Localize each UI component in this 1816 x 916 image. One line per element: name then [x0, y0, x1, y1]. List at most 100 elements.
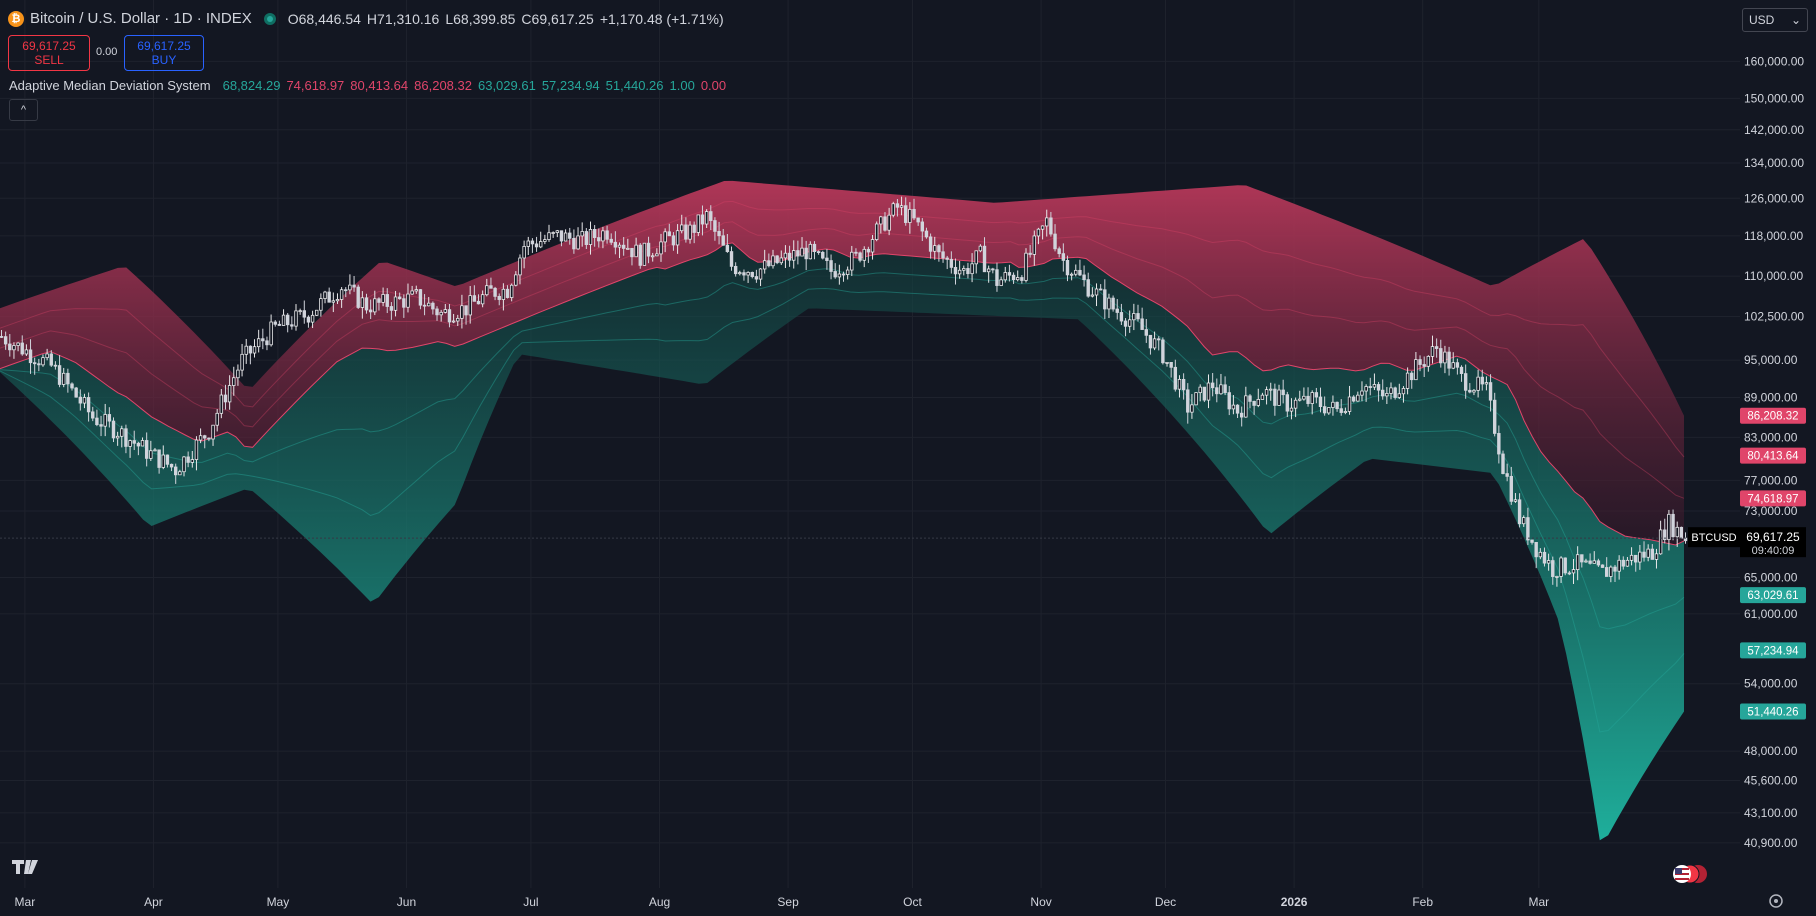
candle [775, 255, 779, 265]
candle [1024, 248, 1028, 283]
band-price-label: 80,413.64 [1740, 447, 1806, 464]
candle [298, 308, 302, 315]
candle [576, 227, 580, 250]
sell-price: 69,617.25 [22, 39, 76, 53]
current-price-tag: BTCUSD 69,617.2509:40:09 [1688, 527, 1806, 558]
candle [1202, 386, 1207, 403]
candle [551, 231, 555, 238]
ohlc-values: O68,446.54 H71,310.16 L68,399.85 C69,617… [287, 10, 724, 27]
candle [290, 316, 294, 330]
tradingview-logo-icon[interactable] [10, 856, 44, 876]
candle [563, 229, 568, 242]
candle [808, 241, 813, 260]
candle [306, 315, 311, 328]
y-tick-label: 48,000.00 [1744, 744, 1798, 758]
x-axis[interactable]: Mar Apr May Jun Jul Aug Sep Oct Nov Dec 2026 Feb Mar [15, 895, 1550, 909]
indicator-value: 80,413.64 [350, 78, 409, 93]
y-tick-label: 150,000.00 [1744, 91, 1804, 105]
candle [874, 221, 879, 242]
x-tick-label: Mar [15, 895, 36, 909]
band-price-label: 51,440.26 [1740, 703, 1806, 720]
candle [638, 243, 642, 269]
y-tick-label: 43,100.00 [1744, 806, 1798, 820]
sell-label: SELL [34, 53, 64, 67]
x-tick-label: Feb [1412, 895, 1433, 909]
x-tick-label: May [267, 895, 290, 909]
candle [1563, 557, 1567, 576]
change-value: +1,170.48 (+1.71%) [599, 10, 724, 27]
band-price-label: 63,029.61 [1740, 587, 1806, 604]
buy-label: BUY [151, 53, 177, 67]
candle [547, 224, 551, 242]
candle [319, 293, 323, 317]
candle [642, 242, 647, 266]
indicator-value: 74,618.97 [286, 78, 345, 93]
candle [1501, 450, 1505, 475]
x-tick-label: Dec [1155, 895, 1176, 909]
candle [294, 304, 298, 331]
collapse-legend-button[interactable]: ^ [9, 99, 38, 121]
x-tick-label: Mar [1528, 895, 1549, 909]
y-tick-label: 40,900.00 [1744, 836, 1798, 850]
candle [323, 290, 327, 304]
candle [265, 336, 269, 351]
y-tick-label: 102,500.00 [1744, 310, 1804, 324]
candle [1161, 337, 1165, 365]
sell-button[interactable]: 69,617.25 SELL [8, 35, 90, 71]
candle [277, 320, 282, 326]
x-tick-label: Aug [649, 895, 670, 909]
buy-button[interactable]: 69,617.25 BUY [124, 35, 204, 71]
market-status-icon [263, 12, 276, 25]
candle [534, 236, 539, 252]
indicator-value: 57,234.94 [541, 78, 600, 93]
currency-select[interactable]: USD ⌄ [1742, 8, 1808, 32]
indicator-value: 0.00 [700, 78, 727, 93]
band-price-label: 57,234.94 [1740, 642, 1806, 659]
y-tick-label: 142,000.00 [1744, 123, 1804, 137]
svg-text:86,208.32: 86,208.32 [1747, 411, 1798, 423]
bitcoin-icon: ₿ [8, 10, 24, 27]
indicator-value: 51,440.26 [605, 78, 664, 93]
x-tick-label: Jun [397, 895, 416, 909]
candle [526, 236, 530, 256]
indicator-value: 63,029.61 [477, 78, 536, 93]
buy-price: 69,617.25 [137, 39, 191, 53]
candle [530, 238, 535, 253]
x-tick-label: Apr [144, 895, 163, 909]
y-tick-label: 110,000.00 [1744, 269, 1803, 283]
band-price-label: 86,208.32 [1740, 407, 1806, 424]
candle [1600, 564, 1605, 568]
y-tick-label: 83,000.00 [1744, 430, 1798, 444]
y-tick-label: 45,600.00 [1744, 774, 1798, 788]
indicator-name[interactable]: Adaptive Median Deviation System [9, 78, 211, 93]
x-tick-label: Sep [777, 895, 799, 909]
bar-countdown: 09:40:09 [1752, 545, 1795, 557]
candle [891, 201, 895, 218]
candle [315, 309, 319, 317]
candle [285, 313, 290, 333]
candle [539, 231, 543, 249]
price-tag-value: 69,617.25 [1746, 530, 1800, 544]
symbol-title[interactable]: Bitcoin / U.S. Dollar · 1D · INDEX [30, 10, 252, 27]
price-chart[interactable]: 160,000.00 150,000.00 142,000.00 134,000.00… [0, 0, 1816, 916]
svg-text:80,413.64: 80,413.64 [1747, 451, 1799, 463]
candle [256, 329, 261, 353]
y-tick-label: 65,000.00 [1744, 570, 1798, 584]
candle [74, 386, 78, 398]
y-tick-label: 89,000.00 [1744, 390, 1798, 404]
indicator-value: 1.00 [669, 78, 695, 93]
symbol-header: ₿ Bitcoin / U.S. Dollar · 1D · INDEX O68… [8, 10, 724, 27]
chevron-up-icon: ^ [20, 104, 27, 116]
flag-icon[interactable] [1672, 864, 1708, 884]
band-price-label: 74,618.97 [1740, 490, 1806, 507]
candle [1671, 509, 1675, 541]
settings-icon[interactable] [1768, 893, 1784, 909]
x-tick-label: Jul [523, 895, 538, 909]
candle [240, 343, 244, 377]
indicator-legend[interactable]: Adaptive Median Deviation System 68,824.… [9, 78, 726, 93]
candle [273, 320, 277, 327]
svg-text:63,029.61: 63,029.61 [1747, 590, 1798, 602]
symbol-tag: BTCUSD [1691, 532, 1736, 544]
y-tick-label: 118,000.00 [1744, 229, 1803, 243]
svg-text:51,440.26: 51,440.26 [1747, 707, 1798, 719]
